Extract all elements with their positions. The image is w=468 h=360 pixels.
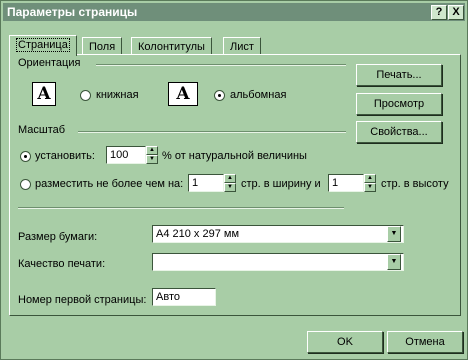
properties-button[interactable]: Свойства... [356, 121, 442, 143]
scale-set-label[interactable]: установить: [35, 150, 95, 162]
fit-height-suffix: стр. в высоту [381, 178, 449, 190]
fit-width-suffix: стр. в ширину и [241, 178, 321, 190]
print-quality-dropdown-icon[interactable]: ▼ [387, 254, 401, 270]
tab-panel: Ориентация A книжная A альбомная Масштаб… [9, 54, 461, 316]
landscape-radio[interactable] [214, 90, 225, 101]
tab-sheet-label: Лист [230, 41, 254, 53]
orientation-divider [96, 64, 346, 66]
title-bar: Параметры страницы ? X [3, 3, 465, 21]
tab-header-footer-label: Колонтитулы [138, 41, 205, 53]
scale-fit-label[interactable]: разместить не более чем на: [35, 178, 183, 190]
scale-fit-radio[interactable] [20, 179, 31, 190]
scale-legend: Масштаб [18, 124, 66, 136]
paper-size-label: Размер бумаги: [18, 231, 98, 243]
landscape-radio-dot [218, 94, 221, 97]
tab-strip: Страница Поля Колонтитулы Лист [9, 35, 468, 56]
paper-divider [18, 207, 344, 209]
scale-percent-spinner[interactable]: ▲ ▼ [146, 146, 158, 164]
ok-button[interactable]: OK [307, 331, 383, 353]
scale-set-radio[interactable] [20, 151, 31, 162]
print-quality-select[interactable] [152, 253, 404, 271]
print-quality-label: Качество печати: [18, 258, 106, 270]
paper-size-dropdown-icon[interactable]: ▼ [387, 226, 401, 242]
fit-height-input[interactable]: 1 [328, 174, 364, 192]
spin-up-icon[interactable]: ▲ [146, 146, 158, 155]
spin-down-icon[interactable]: ▼ [146, 155, 158, 164]
scale-divider [78, 131, 346, 133]
scale-set-radio-dot [24, 155, 27, 158]
scale-set-suffix: % от натуральной величины [162, 150, 307, 162]
spin-down-icon[interactable]: ▼ [224, 183, 236, 192]
paper-size-select[interactable]: A4 210 x 297 мм [152, 225, 404, 243]
tab-page-label: Страница [16, 38, 70, 52]
window-title: Параметры страницы [7, 5, 138, 19]
tab-page[interactable]: Страница [9, 35, 77, 56]
fit-height-spinner[interactable]: ▲ ▼ [364, 174, 376, 192]
spin-up-icon[interactable]: ▲ [364, 174, 376, 183]
spin-up-icon[interactable]: ▲ [224, 174, 236, 183]
page-setup-dialog: Параметры страницы ? X Страница Поля Кол… [0, 0, 468, 360]
scale-percent-input[interactable]: 100 [106, 146, 146, 164]
fit-width-spinner[interactable]: ▲ ▼ [224, 174, 236, 192]
portrait-label[interactable]: книжная [96, 89, 139, 101]
tab-margins-label: Поля [89, 41, 116, 53]
first-page-input[interactable]: Авто [152, 288, 216, 306]
portrait-radio[interactable] [80, 90, 91, 101]
preview-button[interactable]: Просмотр [356, 93, 442, 115]
cancel-button[interactable]: Отмена [387, 331, 463, 353]
print-button[interactable]: Печать... [356, 64, 442, 86]
orientation-legend: Ориентация [18, 57, 81, 69]
close-button[interactable]: X [448, 5, 464, 20]
portrait-page-icon: A [32, 82, 56, 106]
fit-width-input[interactable]: 1 [188, 174, 224, 192]
landscape-label[interactable]: альбомная [230, 89, 286, 101]
first-page-label: Номер первой страницы: [18, 294, 147, 306]
spin-down-icon[interactable]: ▼ [364, 183, 376, 192]
landscape-page-icon: A [168, 82, 198, 106]
help-button[interactable]: ? [431, 5, 447, 20]
